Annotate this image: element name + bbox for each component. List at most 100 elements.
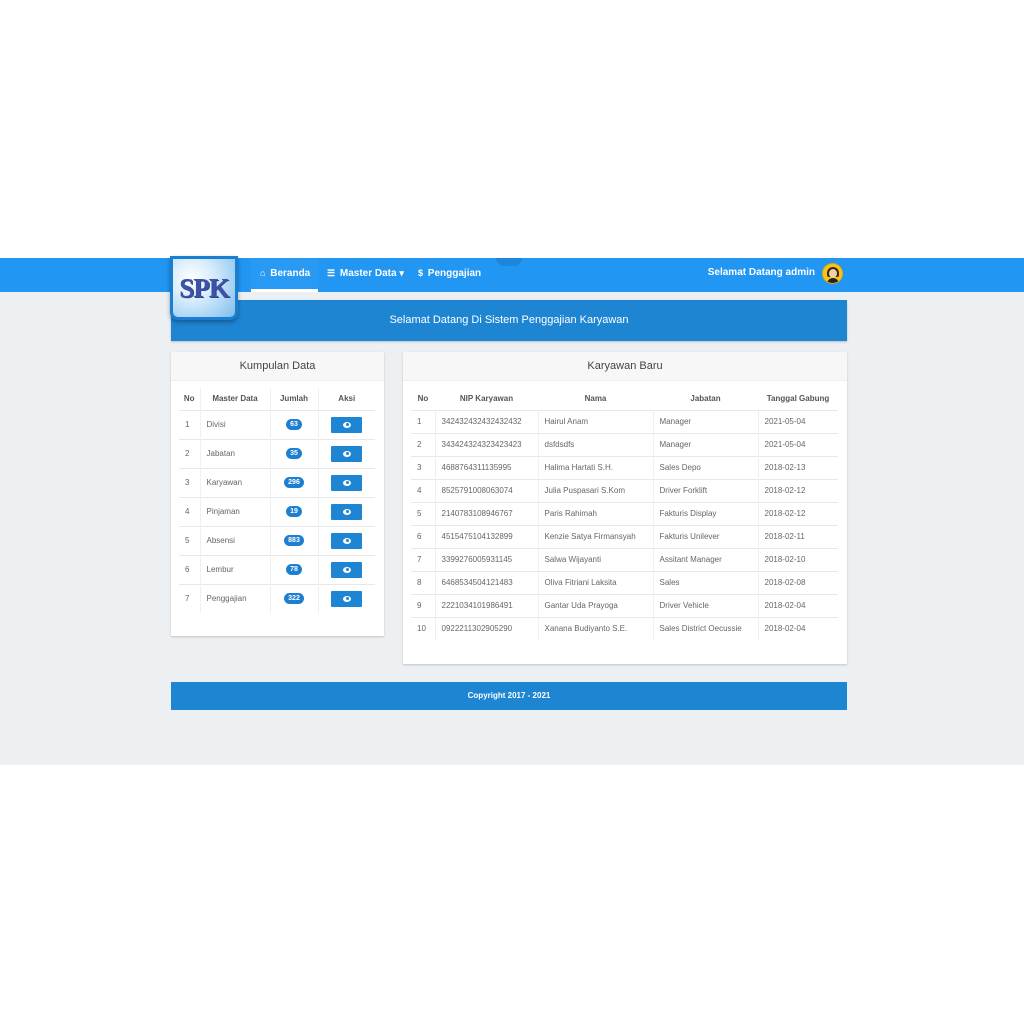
row-no: 3	[179, 467, 200, 497]
row-tanggal-gabung: 2018-02-12	[757, 501, 838, 525]
col-nama: Nama	[584, 394, 607, 404]
col-jabatan: Jabatan	[690, 394, 721, 404]
row-master-data: Penggajian	[199, 583, 270, 613]
table-row: 1 Divisi 63	[179, 409, 375, 439]
logo-text: SPK	[179, 272, 230, 303]
row-nama: Halima Hartati S.H.	[537, 455, 653, 479]
col-aksi: Aksi	[317, 388, 375, 410]
table-row: 6 Lembur 78	[179, 554, 375, 584]
karyawan-baru-table: No NIP Karyawan Nama Jabatan Tanggal Gab…	[411, 388, 838, 640]
view-button[interactable]	[331, 474, 363, 491]
top-navbar: ⌂ Beranda ☰ Master Data ▾ $ Penggajian S…	[0, 258, 1024, 292]
nav-penggajian[interactable]: $ Penggajian	[409, 258, 490, 292]
row-aksi	[317, 496, 375, 526]
row-nip: 4688764311135995	[434, 455, 538, 479]
row-nip: 0922211302905290	[434, 616, 538, 640]
row-nip: 343424324323423423	[434, 432, 538, 456]
caret-down-icon: ▾	[399, 268, 404, 278]
nav-penggajian-label: Penggajian	[427, 268, 482, 279]
eye-icon	[343, 566, 352, 573]
table-row: 7 Penggajian 322	[179, 583, 375, 613]
count-badge: 35	[286, 448, 302, 459]
table-row: 9 2221034101986491 Gantar Uda Prayoga Drive…	[411, 593, 838, 617]
col-no: No	[183, 394, 195, 404]
row-tanggal-gabung: 2018-02-12	[757, 478, 838, 502]
row-nama: Gantar Uda Prayoga	[537, 593, 653, 617]
row-no: 1	[179, 409, 200, 439]
kumpulan-data-card: Kumpulan Data No Master Data Jumlah Aksi…	[171, 352, 384, 636]
row-nip: 2221034101986491	[434, 593, 538, 617]
row-aksi	[317, 583, 375, 613]
user-avatar[interactable]	[822, 263, 843, 284]
row-tanggal-gabung: 2018-02-08	[757, 570, 838, 594]
table-row: 5 Absensi 883	[179, 525, 375, 555]
avatar-face	[829, 269, 837, 278]
row-jabatan: Sales	[652, 570, 758, 594]
view-button[interactable]	[331, 590, 363, 607]
row-no: 7	[179, 583, 200, 613]
app-container: ⌂ Beranda ☰ Master Data ▾ $ Penggajian S…	[0, 256, 1024, 765]
row-aksi	[317, 409, 375, 439]
row-jumlah: 883	[269, 525, 318, 555]
row-no: 10	[411, 616, 435, 640]
row-jabatan: Driver Forklift	[652, 478, 758, 502]
row-jabatan: Sales District Oecussie	[652, 616, 758, 640]
table-row: 1 342432432432432432 Hairul Anam Manager 202…	[411, 409, 838, 433]
row-jumlah: 296	[269, 467, 318, 497]
row-no: 2	[411, 432, 435, 456]
table-row: 6 4515475104132899 Kenzie Satya Firmansyah…	[411, 524, 838, 548]
nav-master-data-label: Master Data	[339, 268, 397, 279]
view-button[interactable]	[331, 416, 363, 433]
row-aksi	[317, 467, 375, 497]
row-no: 2	[179, 438, 200, 468]
view-button[interactable]	[331, 445, 363, 462]
eye-icon	[343, 508, 352, 515]
row-no: 5	[179, 525, 200, 555]
row-nama: Paris Rahimah	[537, 501, 653, 525]
count-badge: 296	[284, 477, 304, 488]
row-no: 4	[411, 478, 435, 502]
row-nama: dsfdsdfs	[537, 432, 653, 456]
row-jumlah: 19	[269, 496, 318, 526]
row-master-data: Absensi	[199, 525, 270, 555]
row-jabatan: Assitant Manager	[652, 547, 758, 571]
eye-icon	[343, 537, 352, 544]
kumpulan-data-title: Kumpulan Data	[171, 352, 384, 381]
row-tanggal-gabung: 2018-02-04	[757, 593, 838, 617]
view-button[interactable]	[331, 503, 363, 520]
row-nama: Oliva Fitriani Laksita	[537, 570, 653, 594]
row-aksi	[317, 438, 375, 468]
nav-beranda[interactable]: ⌂ Beranda	[251, 258, 318, 292]
eye-icon	[343, 479, 352, 486]
welcome-banner: Selamat Datang Di Sistem Penggajian Kary…	[171, 300, 847, 341]
row-nama: Salwa Wijayanti	[537, 547, 653, 571]
karyawan-baru-card: Karyawan Baru No NIP Karyawan Nama Jabat…	[403, 352, 847, 664]
col-nip: NIP Karyawan	[459, 394, 514, 404]
row-tanggal-gabung: 2018-02-13	[757, 455, 838, 479]
kumpulan-data-table: No Master Data Jumlah Aksi 1 Divisi 63 2 Jab…	[179, 388, 375, 613]
row-tanggal-gabung: 2018-02-10	[757, 547, 838, 571]
table-header-row: No NIP Karyawan Nama Jabatan Tanggal Gab…	[411, 388, 838, 410]
table-row: 7 3399276005931145 Salwa Wijayanti Assitant…	[411, 547, 838, 571]
row-no: 6	[411, 524, 435, 548]
row-no: 7	[411, 547, 435, 571]
eye-icon	[343, 595, 352, 602]
row-no: 5	[411, 501, 435, 525]
view-button[interactable]	[331, 532, 363, 549]
table-row: 4 Pinjaman 19	[179, 496, 375, 526]
nav-decoration	[496, 258, 522, 266]
row-master-data: Pinjaman	[199, 496, 270, 526]
view-button[interactable]	[331, 561, 363, 578]
welcome-text[interactable]: Selamat Datang admin	[708, 258, 815, 292]
row-nama: Xanana Budiyanto S.E.	[537, 616, 653, 640]
nav-master-data[interactable]: ☰ Master Data ▾	[318, 258, 415, 292]
eye-icon	[343, 450, 352, 457]
col-jumlah: Jumlah	[269, 388, 318, 410]
row-nip: 342432432432432432	[434, 409, 538, 433]
spk-logo[interactable]: SPK	[170, 256, 238, 320]
count-badge: 322	[284, 593, 304, 605]
count-badge: 883	[284, 535, 304, 546]
row-jabatan: Fakturis Display	[652, 501, 758, 525]
database-icon: ☰	[327, 268, 336, 278]
row-aksi	[317, 554, 375, 584]
